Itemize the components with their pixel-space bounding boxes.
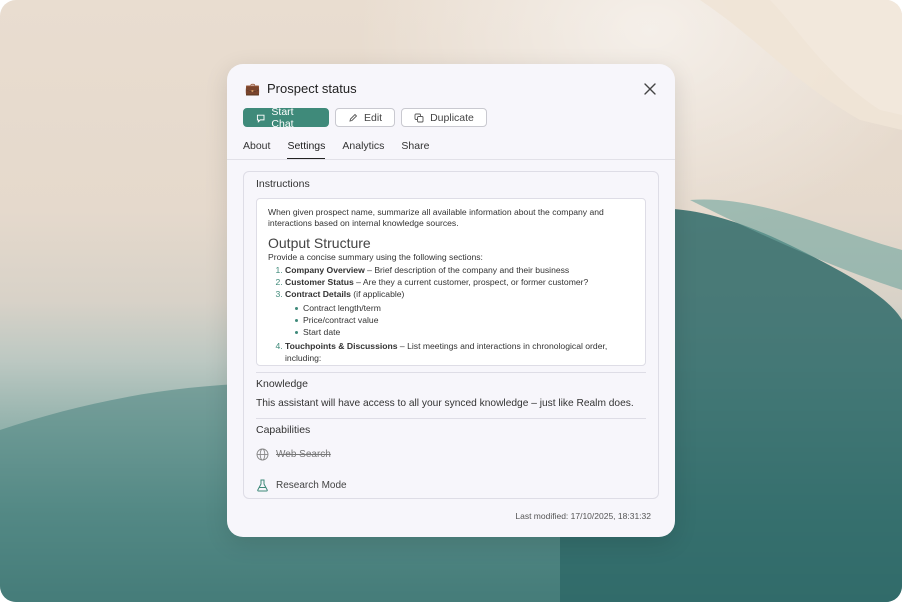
tab-analytics[interactable]: Analytics [342, 140, 384, 160]
duplicate-button[interactable]: Duplicate [401, 108, 487, 127]
modal-title: Prospect status [267, 81, 357, 96]
start-chat-label: Start Chat [271, 105, 294, 130]
globe-icon [256, 448, 269, 461]
instructions-heading: Output Structure [268, 235, 371, 251]
list-item: Contract Details (if applicable) Contrac… [285, 288, 634, 338]
instructions-lead: Provide a concise summary using the foll… [268, 252, 483, 262]
instructions-label: Instructions [256, 178, 310, 190]
duplicate-label: Duplicate [430, 111, 474, 124]
capabilities-label: Capabilities [256, 424, 311, 436]
list-item: Customer Status – Are they a current cus… [285, 276, 634, 288]
sub-list-item: Price/contract value [295, 314, 634, 326]
tab-bar: About Settings Analytics Share [243, 140, 429, 160]
last-modified: Last modified: 17/10/2025, 18:31:32 [515, 511, 651, 521]
edit-label: Edit [364, 111, 383, 124]
section-divider [256, 418, 646, 419]
web-search-label: Web Search [276, 449, 331, 460]
tab-about[interactable]: About [243, 140, 270, 160]
contract-sublist: Contract length/term Price/contract valu… [285, 302, 634, 338]
knowledge-text: This assistant will have access to all y… [256, 398, 634, 409]
tab-settings[interactable]: Settings [287, 140, 326, 160]
tab-divider [227, 159, 675, 160]
sub-list-item: Start date [295, 326, 634, 338]
instructions-intro: When given prospect name, summarize all … [268, 207, 604, 228]
list-item: Touchpoints & Discussions – List meeting… [285, 340, 634, 364]
close-icon[interactable] [643, 82, 657, 96]
action-buttons: Start Chat Edit Duplicate [243, 105, 487, 130]
instructions-list: Company Overview – Brief description of … [268, 264, 634, 364]
flask-icon [257, 479, 268, 492]
chat-icon [256, 114, 265, 123]
pencil-icon [349, 113, 358, 122]
edit-button[interactable]: Edit [335, 108, 396, 127]
knowledge-label: Knowledge [256, 378, 308, 390]
tab-share[interactable]: Share [401, 140, 429, 160]
sub-list-item: Contract length/term [295, 302, 634, 314]
copy-icon [414, 113, 424, 122]
capability-web-search[interactable]: Web Search [256, 448, 331, 461]
research-mode-label: Research Mode [276, 480, 347, 491]
start-chat-button[interactable]: Start Chat [243, 105, 329, 130]
list-item: Company Overview – Brief description of … [285, 264, 634, 276]
capability-research-mode[interactable]: Research Mode [256, 479, 347, 492]
instructions-editor[interactable]: When given prospect name, summarize all … [256, 198, 646, 366]
settings-panel: Instructions When given prospect name, s… [243, 171, 659, 499]
briefcase-icon: 💼 [245, 81, 260, 96]
prospect-status-modal: 💼 Prospect status Start Chat Edit Duplic… [227, 64, 675, 537]
modal-header: 💼 Prospect status [245, 81, 357, 96]
section-divider [256, 372, 646, 373]
